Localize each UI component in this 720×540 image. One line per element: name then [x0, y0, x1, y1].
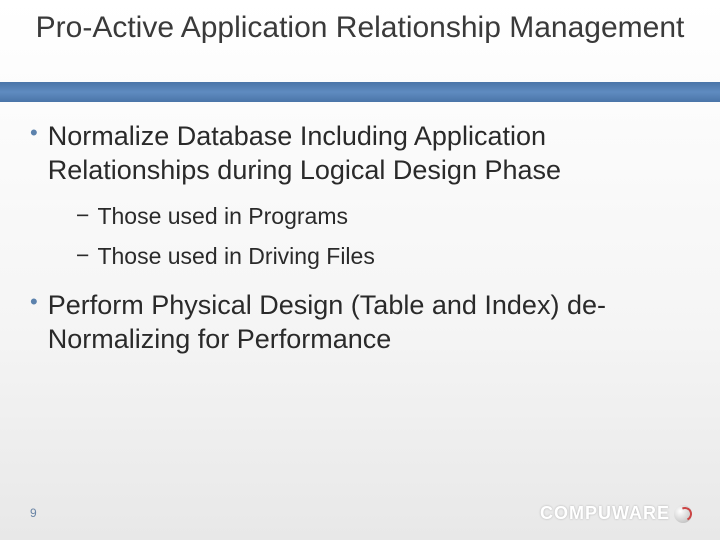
bullet-dot-icon: • [30, 289, 38, 315]
dash-icon: − [76, 202, 89, 229]
sub-text: Those used in Driving Files [97, 242, 374, 271]
logo-mark-icon [674, 505, 692, 523]
logo-text: COMPUWARE [540, 503, 670, 524]
bullet-text: Perform Physical Design (Table and Index… [48, 289, 690, 357]
bullet-item: • Perform Physical Design (Table and Ind… [30, 289, 690, 357]
bullet-text: Normalize Database Including Application… [48, 120, 690, 188]
page-number: 9 [30, 506, 37, 520]
sub-item: − Those used in Driving Files [76, 242, 690, 271]
sub-text: Those used in Programs [97, 202, 348, 231]
dash-icon: − [76, 242, 89, 269]
title-band: Pro-Active Application Relationship Mana… [0, 0, 720, 100]
bullet-item: • Normalize Database Including Applicati… [30, 120, 690, 188]
slide-title: Pro-Active Application Relationship Mana… [0, 10, 720, 46]
compuware-logo: COMPUWARE [540, 503, 692, 524]
slide-content: • Normalize Database Including Applicati… [30, 120, 690, 371]
sub-list: − Those used in Programs − Those used in… [76, 202, 690, 272]
bullet-dot-icon: • [30, 120, 38, 146]
sub-item: − Those used in Programs [76, 202, 690, 231]
